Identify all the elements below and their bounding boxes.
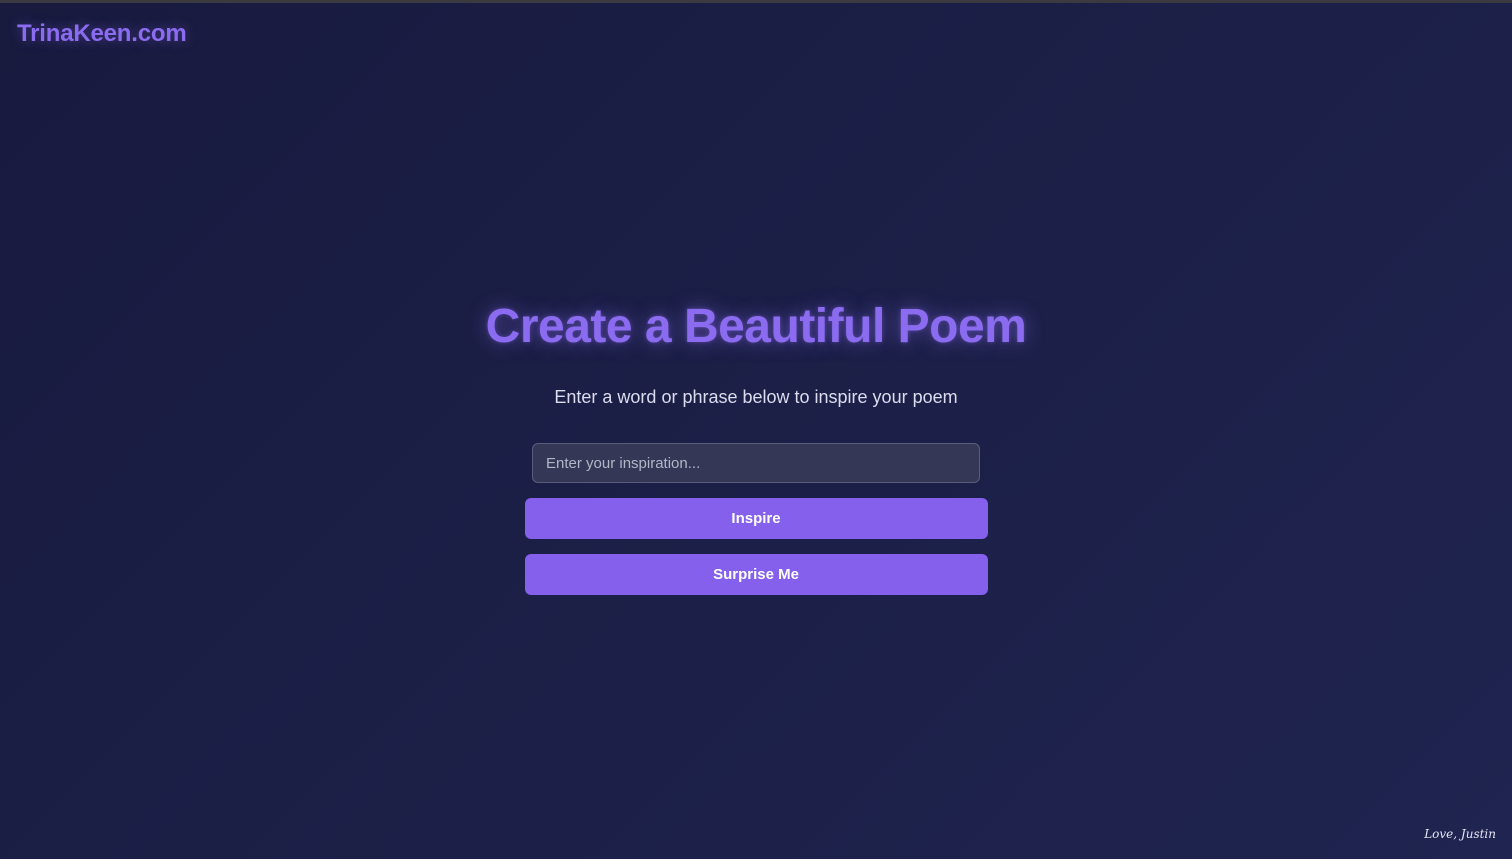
poem-form: Create a Beautiful Poem Enter a word or … (0, 296, 1512, 595)
signature: Love, Justin (1424, 827, 1496, 841)
surprise-me-button[interactable]: Surprise Me (524, 554, 988, 595)
page-title: Create a Beautiful Poem (485, 300, 1027, 353)
inspiration-input[interactable] (532, 443, 980, 483)
site-logo-link[interactable]: TrinaKeen.com (17, 20, 187, 48)
window-top-border (0, 0, 1512, 3)
page-subtitle: Enter a word or phrase below to inspire … (554, 387, 958, 407)
inspire-button[interactable]: Inspire (524, 498, 988, 539)
